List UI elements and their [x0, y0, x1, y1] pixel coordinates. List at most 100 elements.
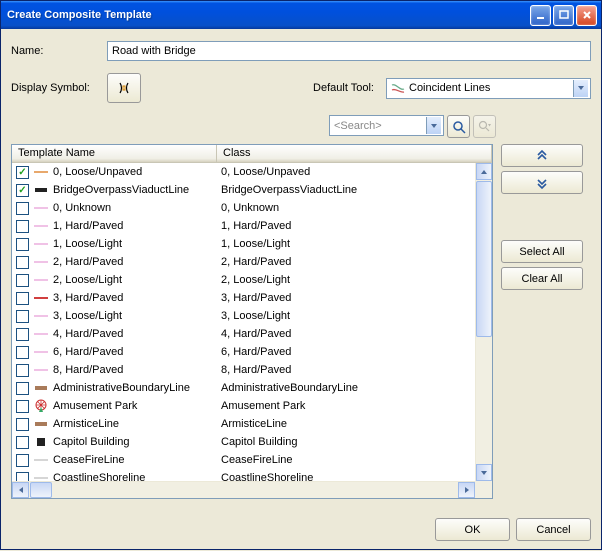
horizontal-scrollbar[interactable]	[12, 481, 475, 498]
row-checkbox[interactable]	[16, 274, 29, 287]
row-swatch-icon	[33, 257, 49, 267]
row-class-name: 0, Loose/Unpaved	[221, 166, 488, 178]
cancel-button[interactable]: Cancel	[516, 518, 591, 541]
move-up-button[interactable]	[501, 144, 583, 167]
row-checkbox[interactable]: ✓	[16, 184, 29, 197]
default-tool-value: Coincident Lines	[409, 82, 571, 94]
row-template-name: 3, Hard/Paved	[53, 292, 221, 304]
row-template-name: 4, Hard/Paved	[53, 328, 221, 340]
scroll-down-arrow[interactable]	[476, 464, 492, 481]
close-button[interactable]	[576, 5, 597, 26]
row-checkbox[interactable]	[16, 220, 29, 233]
row-checkbox[interactable]	[16, 238, 29, 251]
table-row[interactable]: 4, Hard/Paved4, Hard/Paved	[12, 325, 492, 343]
display-symbol-button[interactable]	[107, 73, 141, 103]
row-class-name: Capitol Building	[221, 436, 488, 448]
table-row[interactable]: 1, Hard/Paved1, Hard/Paved	[12, 217, 492, 235]
row-template-name: 1, Loose/Light	[53, 238, 221, 250]
find-next-button	[473, 115, 496, 138]
maximize-button[interactable]	[553, 5, 574, 26]
row-template-name: Capitol Building	[53, 436, 221, 448]
row-template-name: 6, Hard/Paved	[53, 346, 221, 358]
row-swatch-icon	[33, 185, 49, 195]
row-class-name: 2, Hard/Paved	[221, 256, 488, 268]
table-row[interactable]: 6, Hard/Paved6, Hard/Paved	[12, 343, 492, 361]
row-swatch-icon	[33, 436, 49, 448]
row-checkbox[interactable]	[16, 400, 29, 413]
row-checkbox[interactable]	[16, 310, 29, 323]
row-class-name: 4, Hard/Paved	[221, 328, 488, 340]
row-checkbox[interactable]	[16, 454, 29, 467]
table-row[interactable]: 8, Hard/Paved8, Hard/Paved	[12, 361, 492, 379]
scroll-thumb[interactable]	[476, 181, 492, 337]
row-checkbox[interactable]	[16, 382, 29, 395]
row-swatch-icon	[33, 419, 49, 429]
table-row[interactable]: ✓BridgeOverpassViaductLineBridgeOverpass…	[12, 181, 492, 199]
row-swatch-icon	[33, 167, 49, 177]
row-checkbox[interactable]	[16, 328, 29, 341]
row-checkbox[interactable]: ✓	[16, 166, 29, 179]
column-header-template-name[interactable]: Template Name	[12, 145, 217, 162]
row-swatch-icon	[33, 311, 49, 321]
row-class-name: 3, Hard/Paved	[221, 292, 488, 304]
ok-button[interactable]: OK	[435, 518, 510, 541]
column-header-class[interactable]: Class	[217, 145, 492, 162]
select-all-button[interactable]: Select All	[501, 240, 583, 263]
table-row[interactable]: 2, Loose/Light2, Loose/Light	[12, 271, 492, 289]
table-row[interactable]: ArmisticeLineArmisticeLine	[12, 415, 492, 433]
clear-all-button[interactable]: Clear All	[501, 267, 583, 290]
row-swatch-icon	[33, 383, 49, 393]
table-row[interactable]: 2, Hard/Paved2, Hard/Paved	[12, 253, 492, 271]
name-label: Name:	[11, 45, 99, 57]
table-row[interactable]: ✓ 0, Loose/Unpaved0, Loose/Unpaved	[12, 163, 492, 181]
table-row[interactable]: AdministrativeBoundaryLineAdministrative…	[12, 379, 492, 397]
table-row[interactable]: Amusement ParkAmusement Park	[12, 397, 492, 415]
row-swatch-icon	[33, 239, 49, 249]
row-template-name: 3, Loose/Light	[53, 310, 221, 322]
default-tool-select[interactable]: Coincident Lines	[386, 78, 591, 99]
chevron-down-icon	[426, 117, 441, 134]
row-checkbox[interactable]	[16, 346, 29, 359]
row-template-name: ArmisticeLine	[53, 418, 221, 430]
row-checkbox[interactable]	[16, 436, 29, 449]
row-checkbox[interactable]	[16, 256, 29, 269]
row-swatch-icon	[33, 293, 49, 303]
table-row[interactable]: 0, Unknown0, Unknown	[12, 199, 492, 217]
row-class-name: 3, Loose/Light	[221, 310, 488, 322]
row-template-name: 2, Loose/Light	[53, 274, 221, 286]
row-template-name: 2, Hard/Paved	[53, 256, 221, 268]
row-checkbox[interactable]	[16, 202, 29, 215]
table-row[interactable]: 3, Loose/Light3, Loose/Light	[12, 307, 492, 325]
scroll-right-arrow[interactable]	[458, 482, 475, 498]
search-input[interactable]: <Search>	[329, 115, 444, 136]
search-button[interactable]	[447, 115, 470, 138]
row-template-name: 0, Loose/Unpaved	[53, 166, 221, 178]
row-class-name: 0, Unknown	[221, 202, 488, 214]
table-row[interactable]: Capitol BuildingCapitol Building	[12, 433, 492, 451]
row-checkbox[interactable]	[16, 418, 29, 431]
row-template-name: 8, Hard/Paved	[53, 364, 221, 376]
row-swatch-icon	[33, 347, 49, 357]
scroll-corner	[475, 481, 492, 498]
row-class-name: AdministrativeBoundaryLine	[221, 382, 488, 394]
row-swatch-icon	[33, 203, 49, 213]
table-row[interactable]: 3, Hard/Paved3, Hard/Paved	[12, 289, 492, 307]
default-tool-label: Default Tool:	[313, 82, 374, 94]
name-input[interactable]	[107, 41, 591, 61]
row-swatch-icon	[33, 365, 49, 375]
move-down-button[interactable]	[501, 171, 583, 194]
row-template-name: AdministrativeBoundaryLine	[53, 382, 221, 394]
hscroll-thumb[interactable]	[30, 482, 52, 498]
row-template-name: Amusement Park	[53, 400, 221, 412]
minimize-button[interactable]	[530, 5, 551, 26]
scroll-up-arrow[interactable]	[476, 163, 492, 180]
vertical-scrollbar[interactable]	[475, 163, 492, 481]
window-title: Create Composite Template	[7, 9, 530, 21]
table-row[interactable]: CeaseFireLineCeaseFireLine	[12, 451, 492, 469]
table-row[interactable]: 1, Loose/Light1, Loose/Light	[12, 235, 492, 253]
scroll-left-arrow[interactable]	[12, 482, 29, 498]
row-checkbox[interactable]	[16, 292, 29, 305]
row-class-name: BridgeOverpassViaductLine	[221, 184, 488, 196]
row-swatch-icon	[33, 221, 49, 231]
row-checkbox[interactable]	[16, 364, 29, 377]
